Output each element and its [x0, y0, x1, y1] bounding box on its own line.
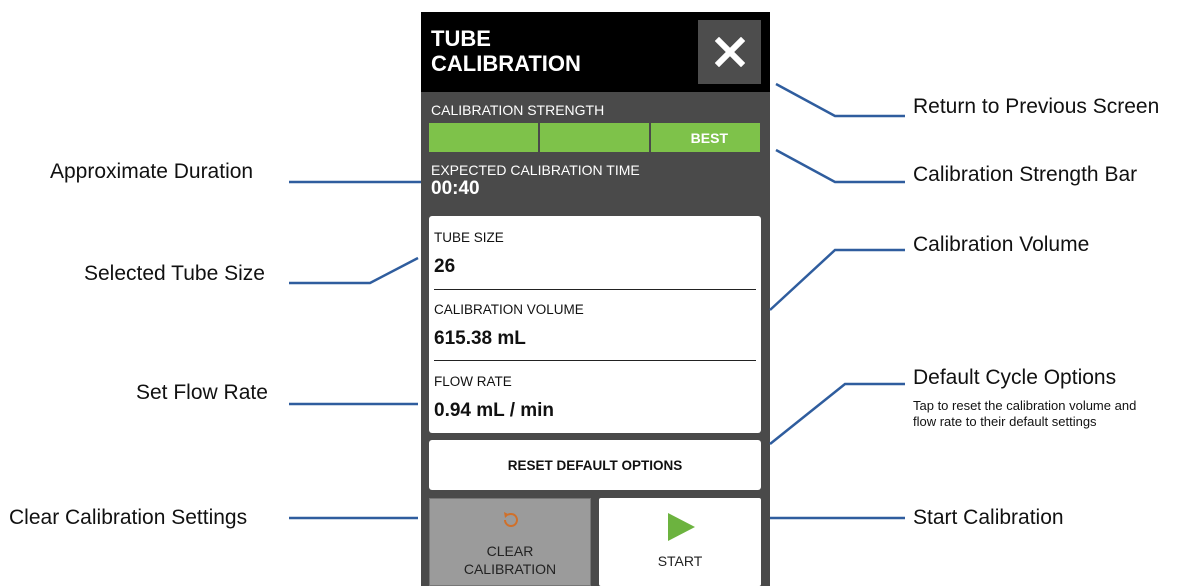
callout-leader-lines [289, 82, 905, 520]
callout-strength-bar: Calibration Strength Bar [913, 163, 1138, 186]
callout-start-calibration: Start Calibration [913, 506, 1064, 529]
leader-calibration-volume [769, 248, 905, 311]
callout-return-previous: Return to Previous Screen [913, 95, 1160, 118]
callout-default-cycle: Default Cycle Options [913, 366, 1117, 389]
callout-selected-tube-size: Selected Tube Size [84, 262, 265, 285]
callout-default-cycle-desc: Tap to reset the calibration volume and … [913, 398, 1137, 429]
callout-approx-duration: Approximate Duration [50, 160, 254, 183]
leader-strength-bar [775, 148, 905, 184]
callout-set-flow-rate: Set Flow Rate [136, 381, 268, 404]
leader-tube-size [289, 256, 419, 285]
callout-calibration-volume: Calibration Volume [913, 233, 1090, 256]
callout-clear-settings: Clear Calibration Settings [9, 506, 248, 529]
leader-default-cycle [769, 382, 905, 445]
leader-return [775, 82, 905, 118]
